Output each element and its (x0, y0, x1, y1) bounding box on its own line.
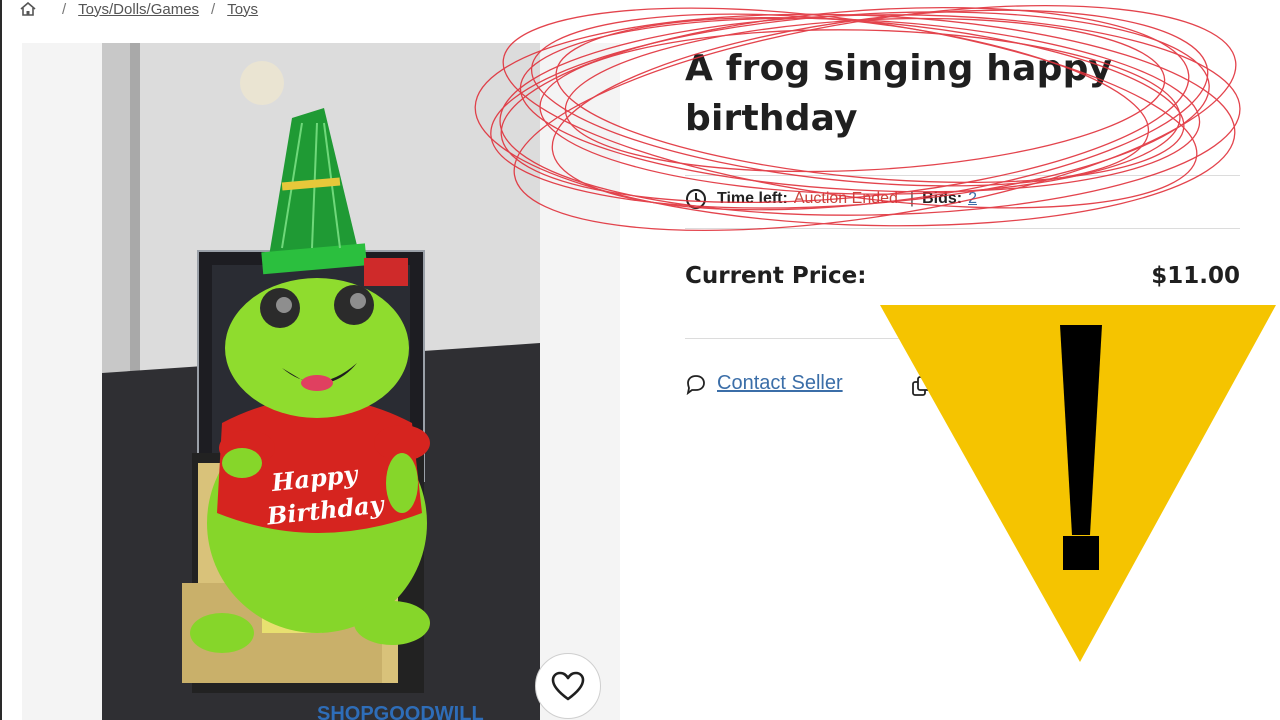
favorite-button[interactable] (535, 653, 601, 719)
contact-seller-link[interactable]: Contact Seller (685, 372, 843, 395)
contact-seller-label: Contact Seller (717, 372, 843, 394)
product-photo[interactable]: Happy Birthday SHOPGOODWILL (102, 43, 540, 720)
clock-icon (686, 189, 706, 209)
breadcrumb-link-toys[interactable]: Toys (227, 1, 258, 18)
current-price-row: Current Price: $11.00 (685, 263, 1240, 289)
window-edge (0, 0, 2, 720)
time-left-label: Time left: (717, 190, 788, 207)
separator: | (909, 190, 915, 207)
image-gallery: Happy Birthday SHOPGOODWILL (22, 43, 620, 720)
chat-icon (686, 374, 705, 395)
time-left-value: Auction Ended (793, 190, 898, 207)
current-price-value: $11.00 (1151, 263, 1240, 289)
shopgoodwill-watermark: SHOPGOODWILL (317, 703, 484, 720)
frog-toy-illustration: Happy Birthday SHOPGOODWILL (102, 43, 540, 720)
heart-icon (551, 671, 585, 701)
divider (685, 175, 1240, 176)
breadcrumb-link-toys-dolls-games[interactable]: Toys/Dolls/Games (78, 1, 199, 18)
auction-status-row: Time left: Auction Ended | Bids: 2 (685, 188, 977, 210)
home-icon[interactable] (20, 2, 36, 16)
bids-label: Bids: (922, 190, 963, 207)
current-price-label: Current Price: (685, 263, 867, 289)
warning-triangle-icon (880, 305, 1276, 662)
breadcrumb-separator: / (211, 0, 216, 18)
bids-count-link[interactable]: 2 (968, 190, 977, 208)
divider (685, 228, 1240, 229)
breadcrumb-separator: / (62, 0, 67, 18)
product-title: A frog singing happy birthday (685, 48, 1113, 139)
seller-actions: Contact Seller (685, 372, 931, 396)
breadcrumb: / Toys/Dolls/Games / Toys (20, 0, 258, 18)
